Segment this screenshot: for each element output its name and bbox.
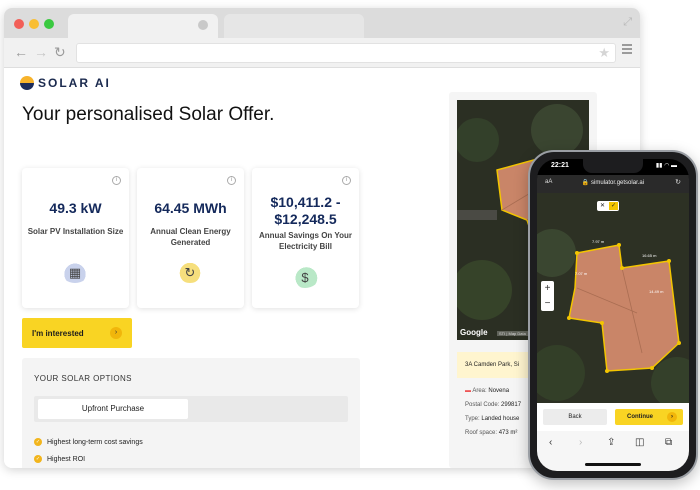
postal-value: 299817 xyxy=(501,402,522,408)
type-label: Type: xyxy=(465,416,480,422)
phone-screen: 22:21 ▮▮ ◠ ▬ aA 🔒 simulator.getsolar.ai … xyxy=(537,159,689,471)
forward-arrow-icon[interactable]: → xyxy=(34,44,48,60)
solar-options-panel: YOUR SOLAR OPTIONS Upfront Purchase ✓ Hi… xyxy=(22,358,360,468)
fullscreen-icon[interactable]: ⤢ xyxy=(623,16,632,29)
options-tabbar: Upfront Purchase xyxy=(34,396,348,422)
stat-card-annual-savings: i $10,411.2 - $12,248.5 Annual Savings O… xyxy=(252,168,359,308)
map-toggle[interactable]: ✕ ✓ xyxy=(597,201,619,211)
area-value: Novena xyxy=(488,388,510,394)
type-value: Landed house xyxy=(481,416,520,422)
browser-menu-icon[interactable] xyxy=(622,44,632,54)
status-time: 22:21 xyxy=(551,162,569,169)
edge-label: 14.49 m xyxy=(649,289,664,294)
minimize-window-button[interactable] xyxy=(29,19,39,29)
zoom-in-button[interactable]: + xyxy=(541,281,554,296)
back-button[interactable]: Back xyxy=(543,409,607,425)
area-label: Area: xyxy=(472,388,487,394)
benefit-text: Highest ROI xyxy=(47,455,86,463)
forward-chevron-icon[interactable]: › xyxy=(579,437,582,448)
share-icon[interactable]: ⇪ xyxy=(607,437,615,448)
back-chevron-icon[interactable]: ‹ xyxy=(549,437,552,448)
maximize-window-button[interactable] xyxy=(44,19,54,29)
stat-card-clean-energy: i 64.45 MWh Annual Clean Energy Generate… xyxy=(137,168,244,308)
page-title: Your personalised Solar Offer. xyxy=(22,104,275,125)
zoom-out-button[interactable]: − xyxy=(541,296,554,311)
mobile-actions: Back Continue › xyxy=(537,403,689,431)
mobile-url[interactable]: 🔒 simulator.getsolar.ai xyxy=(537,179,689,186)
stat-label: Annual Clean Energy Generated xyxy=(150,227,231,247)
check-icon[interactable]: ✓ xyxy=(609,202,618,210)
bookmarks-icon[interactable]: ◫ xyxy=(635,437,644,448)
map-data-label[interactable]: STI | Map Data xyxy=(497,331,528,336)
roof-value: 473 m² xyxy=(498,430,518,436)
browser-tabbar: ⤢ xyxy=(4,8,640,38)
mobile-map-imagery: 7.97 m 16.65 m 7.07 m 14.49 m xyxy=(537,193,689,403)
logo-text: SOLAR AI xyxy=(38,76,111,90)
close-tab-icon[interactable] xyxy=(198,20,208,30)
edge-label: 7.97 m xyxy=(592,239,605,244)
mobile-address-bar[interactable]: aA 🔒 simulator.getsolar.ai ↻ xyxy=(537,175,689,193)
browser-tab-new[interactable] xyxy=(224,14,364,38)
chevron-right-icon: › xyxy=(110,327,122,339)
home-indicator xyxy=(585,463,641,466)
stat-label: Annual Savings On Your Electricity Bill xyxy=(258,231,353,251)
stat-value: 49.3 kW xyxy=(49,200,102,216)
edge-label: 7.07 m xyxy=(575,271,588,276)
phone-notch xyxy=(583,159,643,173)
address-bar[interactable] xyxy=(76,43,616,63)
stat-card-installation-size: i 49.3 kW Solar PV Installation Size ▦ xyxy=(22,168,129,308)
energy-cycle-icon: ↻ xyxy=(176,261,204,283)
stat-value: 64.45 MWh xyxy=(154,200,227,216)
browser-toolbar: ← → ↻ ★ xyxy=(4,38,640,68)
property-roof-space: Roof space: 473 m² xyxy=(465,430,517,436)
stat-label: Solar PV Installation Size xyxy=(27,227,124,236)
benefit-item: ✓ Highest long-term cost savings xyxy=(34,438,143,446)
sun-logo-icon xyxy=(20,76,34,90)
continue-label: Continue xyxy=(627,414,653,420)
edge-label: 16.65 m xyxy=(642,253,657,258)
tab-upfront-purchase[interactable]: Upfront Purchase xyxy=(38,399,188,419)
map-zoom-control: + − xyxy=(541,281,554,311)
roof-label: Roof space: xyxy=(465,430,498,436)
postal-label: Postal Code: xyxy=(465,402,500,408)
cta-label: I'm interested xyxy=(32,328,84,338)
google-attribution: Google xyxy=(460,328,488,337)
back-arrow-icon[interactable]: ← xyxy=(14,44,28,60)
close-icon[interactable]: ✕ xyxy=(598,202,607,210)
mobile-browser-bar: ‹ › ⇪ ◫ ⧉ xyxy=(537,431,689,471)
benefit-item: ✓ Highest ROI xyxy=(34,455,85,463)
bookmark-star-icon[interactable]: ★ xyxy=(598,45,610,61)
benefit-text: Highest long-term cost savings xyxy=(47,438,143,446)
info-icon[interactable]: i xyxy=(112,176,121,185)
stat-value: $10,411.2 - $12,248.5 xyxy=(270,194,341,227)
info-icon[interactable]: i xyxy=(227,176,236,185)
options-title: YOUR SOLAR OPTIONS xyxy=(34,374,132,383)
browser-tab-active[interactable] xyxy=(68,14,218,38)
close-window-button[interactable] xyxy=(14,19,24,29)
info-icon[interactable]: i xyxy=(342,176,351,185)
reload-icon[interactable]: ↻ xyxy=(54,44,66,61)
continue-button[interactable]: Continue › xyxy=(615,409,683,425)
status-icons: ▮▮ ◠ ▬ xyxy=(655,163,677,169)
tabs-icon[interactable]: ⧉ xyxy=(665,437,672,448)
solar-panel-icon: ▦ xyxy=(61,261,89,283)
property-postal-code: Postal Code: 299817 xyxy=(465,402,521,408)
flag-icon: ▬ xyxy=(465,388,471,394)
money-bag-icon: $ xyxy=(291,266,319,288)
chevron-right-icon: › xyxy=(667,412,677,422)
check-icon: ✓ xyxy=(34,438,42,446)
property-type: Type: Landed house xyxy=(465,416,519,422)
property-area: ▬ Area: Novena xyxy=(465,388,509,394)
check-icon: ✓ xyxy=(34,455,42,463)
reload-icon[interactable]: ↻ xyxy=(675,178,681,186)
solar-ai-logo[interactable]: SOLAR AI xyxy=(20,76,111,90)
mobile-phone: 22:21 ▮▮ ◠ ▬ aA 🔒 simulator.getsolar.ai … xyxy=(528,150,698,480)
im-interested-button[interactable]: I'm interested › xyxy=(22,318,132,348)
mobile-satellite-map[interactable]: 7.97 m 16.65 m 7.07 m 14.49 m ✕ ✓ + − xyxy=(537,193,689,403)
